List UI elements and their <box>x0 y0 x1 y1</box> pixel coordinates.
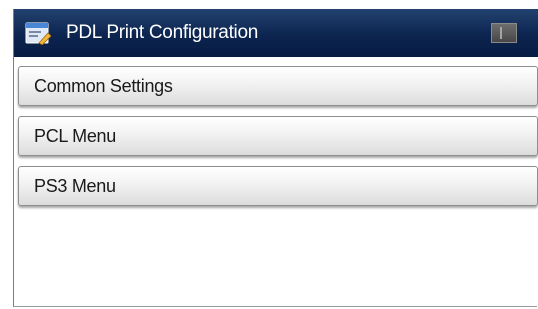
common-settings-label: Common Settings <box>34 76 173 96</box>
settings-document-icon <box>25 21 52 46</box>
ps3-menu-button[interactable]: PS3 Menu <box>18 166 538 206</box>
ps3-menu-label: PS3 Menu <box>34 176 116 196</box>
scroll-indicator-icon <box>491 23 517 43</box>
title-bar: PDL Print Configuration <box>14 9 538 57</box>
page-title: PDL Print Configuration <box>66 22 258 43</box>
pcl-menu-button[interactable]: PCL Menu <box>18 116 538 156</box>
pcl-menu-label: PCL Menu <box>34 126 116 146</box>
common-settings-button[interactable]: Common Settings <box>18 66 538 106</box>
panel-screen: PDL Print Configuration Common Settings … <box>13 9 538 307</box>
